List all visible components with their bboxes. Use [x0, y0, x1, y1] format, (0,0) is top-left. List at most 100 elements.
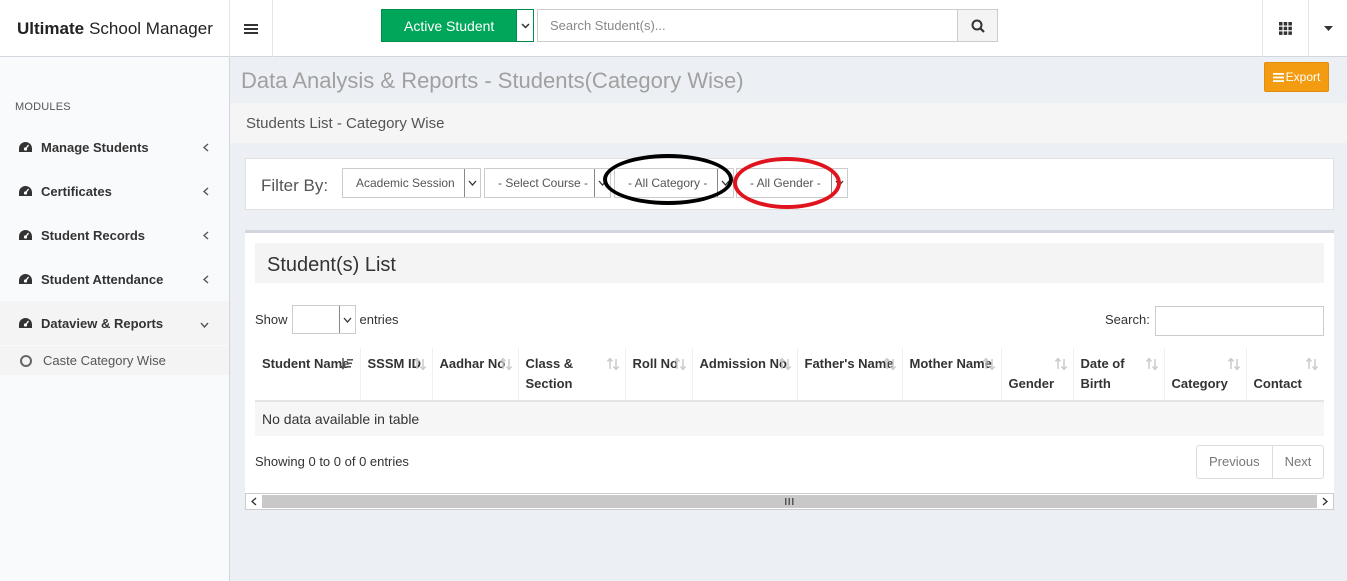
sort-icon	[606, 356, 619, 376]
sidebar-item-student-records[interactable]: Student Records	[0, 213, 229, 257]
sidebar-subitem-label: Caste Category Wise	[43, 353, 166, 368]
scroll-left-icon[interactable]	[246, 494, 262, 509]
pagination: Previous Next	[1196, 445, 1325, 479]
category-value: - All Category -	[628, 176, 708, 190]
sort-icon	[673, 356, 686, 376]
entries-select[interactable]	[291, 305, 356, 334]
table-search-input[interactable]	[1155, 306, 1324, 336]
table-row: No data available in table	[255, 401, 1324, 436]
students-table: Student Name SSSM ID Aadhar No Class & S…	[255, 348, 1324, 436]
column-header[interactable]: Roll No	[625, 348, 693, 402]
sidebar-subitem-caste-category-wise[interactable]: Caste Category Wise	[0, 346, 229, 375]
sidebar-item-manage-students[interactable]: Manage Students	[0, 125, 229, 169]
list-title: Student(s) List	[267, 254, 396, 276]
horizontal-scrollbar[interactable]	[245, 493, 1334, 510]
column-header[interactable]: Date of Birth	[1073, 348, 1165, 402]
chevron-left-icon	[202, 184, 209, 199]
brand-text: School Manager	[89, 18, 213, 38]
entries-length: Show entries	[255, 305, 399, 334]
scrollbar-thumb[interactable]	[262, 495, 1317, 508]
sort-icon	[499, 356, 512, 376]
sidebar-section-label: MODULES	[15, 101, 71, 113]
empty-message: No data available in table	[255, 401, 1324, 436]
user-menu-caret-icon[interactable]	[1308, 0, 1347, 57]
chevron-down-icon	[594, 169, 610, 197]
column-header[interactable]: Student Name	[255, 348, 361, 402]
chevron-down-icon	[831, 169, 847, 197]
dashboard-icon	[18, 317, 34, 330]
brand-logo[interactable]: Ultimate School Manager	[0, 0, 230, 57]
search-button[interactable]	[958, 9, 998, 42]
column-header[interactable]: Contact	[1246, 348, 1324, 402]
apps-grid-icon[interactable]	[1262, 0, 1308, 57]
filter-label: Filter By:	[261, 176, 329, 195]
grip-icon	[785, 498, 794, 505]
chevron-down-icon	[717, 169, 733, 197]
list-header: Student(s) List	[255, 243, 1324, 283]
entries-label: entries	[359, 312, 399, 327]
chevron-down-icon	[200, 316, 209, 331]
course-value: - Select Course -	[498, 176, 589, 190]
table-search-label: Search:	[1105, 312, 1150, 327]
gender-select[interactable]: - All Gender -	[736, 168, 848, 198]
sort-icon	[1145, 356, 1158, 376]
previous-button[interactable]: Previous	[1197, 446, 1272, 478]
scroll-right-icon[interactable]	[1317, 494, 1333, 509]
dashboard-icon	[18, 185, 34, 198]
dashboard-icon	[18, 229, 34, 242]
sort-icon	[413, 356, 426, 376]
sidebar-item-label: Student Attendance	[41, 271, 164, 287]
table-info: Showing 0 to 0 of 0 entries	[255, 454, 409, 469]
sort-icon	[883, 356, 896, 376]
column-header[interactable]: Category	[1164, 348, 1247, 402]
student-list-panel: Student(s) List Show entries Search: Stu…	[245, 230, 1334, 510]
active-student-dropdown[interactable]: Active Student	[381, 9, 535, 42]
dashboard-icon	[18, 273, 34, 286]
export-label: Export	[1285, 70, 1321, 84]
page-title: Data Analysis & Reports - Students(Categ…	[241, 68, 744, 93]
sidebar-item-label: Manage Students	[41, 139, 149, 155]
course-select[interactable]: - Select Course -	[484, 168, 611, 198]
sidebar: MODULES Manage Students Certificates Stu…	[0, 57, 230, 581]
menu-toggle-icon[interactable]	[230, 0, 273, 57]
category-select[interactable]: - All Category -	[614, 168, 734, 198]
column-header[interactable]: SSSM ID	[360, 348, 433, 402]
column-header[interactable]: Admission No	[692, 348, 798, 402]
section-subtitle-bar: Students List - Category Wise	[230, 103, 1347, 143]
sidebar-item-student-attendance[interactable]: Student Attendance	[0, 257, 229, 301]
sidebar-item-certificates[interactable]: Certificates	[0, 169, 229, 213]
brand-bold: Ultimate	[17, 18, 85, 38]
chevron-down-icon[interactable]	[516, 9, 535, 42]
search-icon	[971, 19, 985, 33]
sort-icon	[982, 356, 995, 376]
sidebar-item-label: Dataview & Reports	[41, 315, 164, 331]
dashboard-icon	[18, 141, 34, 154]
column-header[interactable]: Gender	[1001, 348, 1074, 402]
next-button[interactable]: Next	[1271, 446, 1324, 478]
gender-value: - All Gender -	[750, 176, 821, 190]
sidebar-item-dataview-reports[interactable]: Dataview & Reports	[0, 301, 229, 345]
sort-desc-icon	[339, 356, 354, 376]
show-label: Show	[255, 312, 288, 327]
list-icon	[1272, 72, 1284, 82]
academic-session-select[interactable]: Academic Session	[342, 168, 481, 198]
chevron-down-icon	[338, 306, 355, 333]
column-header[interactable]: Mother Name	[902, 348, 1002, 402]
sort-icon	[778, 356, 791, 376]
column-header[interactable]: Class & Section	[518, 348, 626, 402]
student-search-input[interactable]	[537, 9, 958, 42]
column-header[interactable]: Father's Name	[797, 348, 903, 402]
chevron-left-icon	[202, 140, 209, 155]
circle-icon	[20, 354, 32, 367]
chevron-left-icon	[202, 272, 209, 287]
column-header[interactable]: Aadhar No	[432, 348, 519, 402]
chevron-left-icon	[202, 228, 209, 243]
export-button[interactable]: Export	[1264, 62, 1329, 92]
sidebar-item-label: Student Records	[41, 227, 146, 243]
sort-icon	[1054, 356, 1067, 376]
top-header: Ultimate School Manager Active Student	[0, 0, 1347, 57]
student-search	[537, 9, 998, 42]
chevron-down-icon	[464, 169, 480, 197]
filter-panel: Filter By: Academic Session - Select Cou…	[245, 158, 1334, 210]
section-subtitle: Students List - Category Wise	[246, 115, 445, 132]
